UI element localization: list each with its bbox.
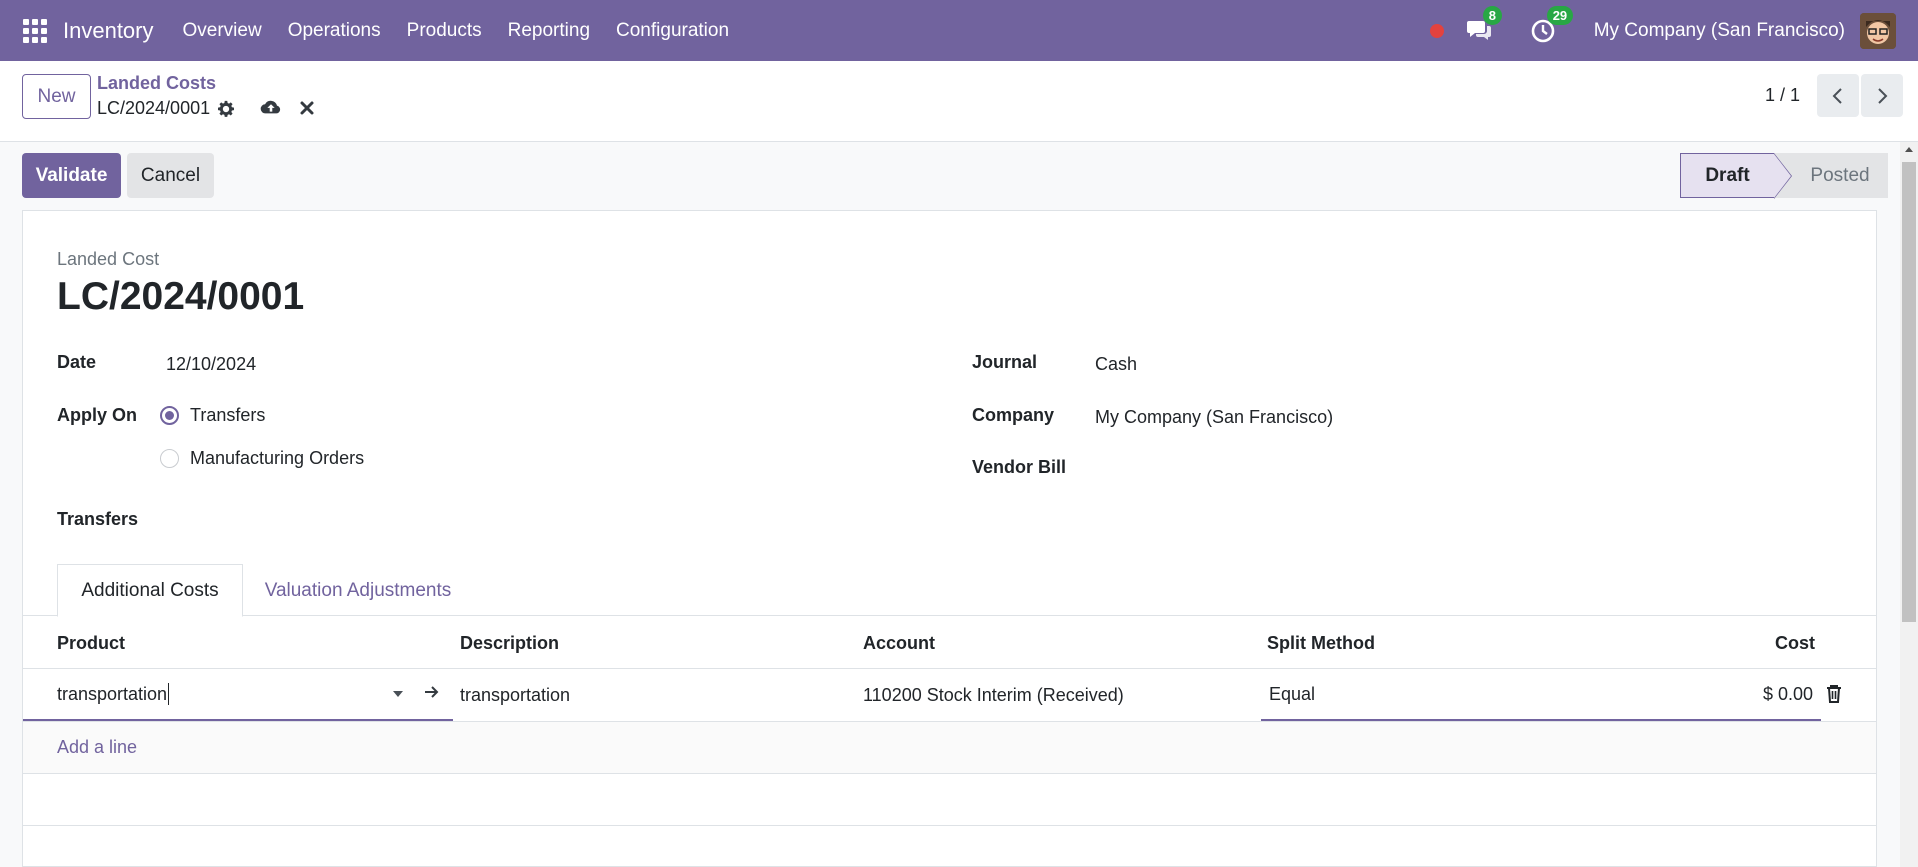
avatar-face-icon xyxy=(1860,12,1896,49)
table-header: Product Description Account Split Method… xyxy=(23,617,1876,669)
company-label: Company xyxy=(972,405,1055,425)
trash-icon[interactable] xyxy=(1826,684,1842,704)
validate-button[interactable]: Validate xyxy=(22,153,121,198)
vendor-bill-label: Vendor Bill xyxy=(972,457,1067,477)
company-switcher[interactable]: My Company (San Francisco) xyxy=(1594,20,1845,42)
journal-field[interactable]: Cash xyxy=(1095,354,1137,375)
add-line-link[interactable]: Add a line xyxy=(57,737,137,758)
top-navbar: Inventory Overview Operations Products R… xyxy=(0,0,1918,61)
menu-overview[interactable]: Overview xyxy=(170,20,275,42)
cost-value[interactable]: $ 0.00 xyxy=(1763,684,1813,705)
radio-manufacturing-orders-label[interactable]: Manufacturing Orders xyxy=(190,448,364,469)
company-field[interactable]: My Company (San Francisco) xyxy=(1095,407,1333,428)
radio-manufacturing-orders[interactable] xyxy=(160,449,179,468)
pager-next-button[interactable] xyxy=(1861,74,1903,117)
form-view: Validate Cancel Draft Posted Landed Cost… xyxy=(0,142,1900,867)
journal-label: Journal xyxy=(972,352,1038,372)
save-cloud-icon[interactable] xyxy=(260,97,282,117)
description-cell[interactable]: transportation xyxy=(460,669,570,721)
tab-additional-costs[interactable]: Additional Costs xyxy=(57,564,243,617)
messages-button[interactable]: 8 xyxy=(1466,5,1502,45)
record-icon[interactable] xyxy=(1429,23,1444,38)
activities-button[interactable]: 29 xyxy=(1530,5,1574,45)
page-scrollbar[interactable] xyxy=(1900,142,1918,867)
new-button[interactable]: New xyxy=(22,74,91,119)
app-name[interactable]: Inventory xyxy=(63,18,154,44)
navbar-systray: 8 29 My Company (San Francisco) xyxy=(1429,0,1918,61)
gear-icon[interactable] xyxy=(217,100,235,118)
status-draft-label: Draft xyxy=(1705,164,1750,186)
breadcrumb-landed-costs[interactable]: Landed Costs xyxy=(97,73,216,94)
menu-products[interactable]: Products xyxy=(394,20,495,42)
activities-count-badge: 29 xyxy=(1546,5,1574,25)
header-product[interactable]: Product xyxy=(57,617,125,669)
radio-transfers-label[interactable]: Transfers xyxy=(190,405,265,426)
status-posted-label: Posted xyxy=(1810,164,1870,186)
messages-count-badge: 8 xyxy=(1482,5,1502,25)
empty-row xyxy=(23,774,1876,826)
split-method-select[interactable]: Equal $ 0.00 xyxy=(1261,669,1821,721)
record-title: LC/2024/0001 xyxy=(57,275,305,318)
status-bar: Draft Posted xyxy=(1680,153,1888,199)
cancel-button[interactable]: Cancel xyxy=(127,153,214,198)
breadcrumb-current: LC/2024/0001 xyxy=(97,98,235,119)
tab-valuation-adjustments[interactable]: Valuation Adjustments xyxy=(243,564,473,617)
dropdown-caret-icon[interactable] xyxy=(393,691,403,697)
product-input[interactable]: transportation xyxy=(23,669,453,721)
table-row[interactable]: transportation transportation 110200 Sto… xyxy=(23,669,1876,722)
status-draft[interactable]: Draft xyxy=(1680,153,1792,199)
main-menu: Overview Operations Products Reporting C… xyxy=(170,20,743,42)
transfers-label: Transfers xyxy=(57,509,139,529)
scrollbar-thumb[interactable] xyxy=(1902,162,1916,622)
record-type-label: Landed Cost xyxy=(57,249,160,269)
pager-previous-button[interactable] xyxy=(1817,74,1859,117)
form-sheet: Landed Cost LC/2024/0001 Date 12/10/2024… xyxy=(22,210,1877,867)
header-description[interactable]: Description xyxy=(460,617,559,669)
control-panel: New Landed Costs LC/2024/0001 1 / 1 xyxy=(0,61,1918,142)
account-cell[interactable]: 110200 Stock Interim (Received) xyxy=(863,669,1124,721)
discard-close-icon[interactable] xyxy=(299,100,315,116)
apply-on-label: Apply On xyxy=(57,405,137,425)
user-avatar[interactable] xyxy=(1860,12,1896,49)
menu-reporting[interactable]: Reporting xyxy=(495,20,603,42)
chevron-right-icon xyxy=(1878,87,1888,104)
menu-configuration[interactable]: Configuration xyxy=(603,20,742,42)
radio-transfers[interactable] xyxy=(160,406,179,425)
menu-operations[interactable]: Operations xyxy=(275,20,394,42)
internal-link-arrow-icon[interactable] xyxy=(423,683,441,701)
header-split-method[interactable]: Split Method xyxy=(1267,617,1375,669)
text-cursor xyxy=(168,683,170,705)
split-method-value: Equal xyxy=(1269,683,1316,704)
header-cost[interactable]: Cost xyxy=(1775,617,1815,669)
date-label: Date xyxy=(57,352,97,372)
product-input-value: transportation xyxy=(57,683,168,704)
notebook-tabs: Additional Costs Valuation Adjustments xyxy=(23,564,1876,617)
chevron-left-icon xyxy=(1832,87,1842,104)
header-account[interactable]: Account xyxy=(863,617,935,669)
date-field[interactable]: 12/10/2024 xyxy=(166,354,256,375)
scroll-up-arrow-icon[interactable] xyxy=(1905,147,1913,152)
add-line-row: Add a line xyxy=(23,722,1876,774)
breadcrumb-current-label: LC/2024/0001 xyxy=(97,98,211,118)
app-grid-icon[interactable] xyxy=(23,18,47,43)
pager-value[interactable]: 1 / 1 xyxy=(1765,85,1800,106)
